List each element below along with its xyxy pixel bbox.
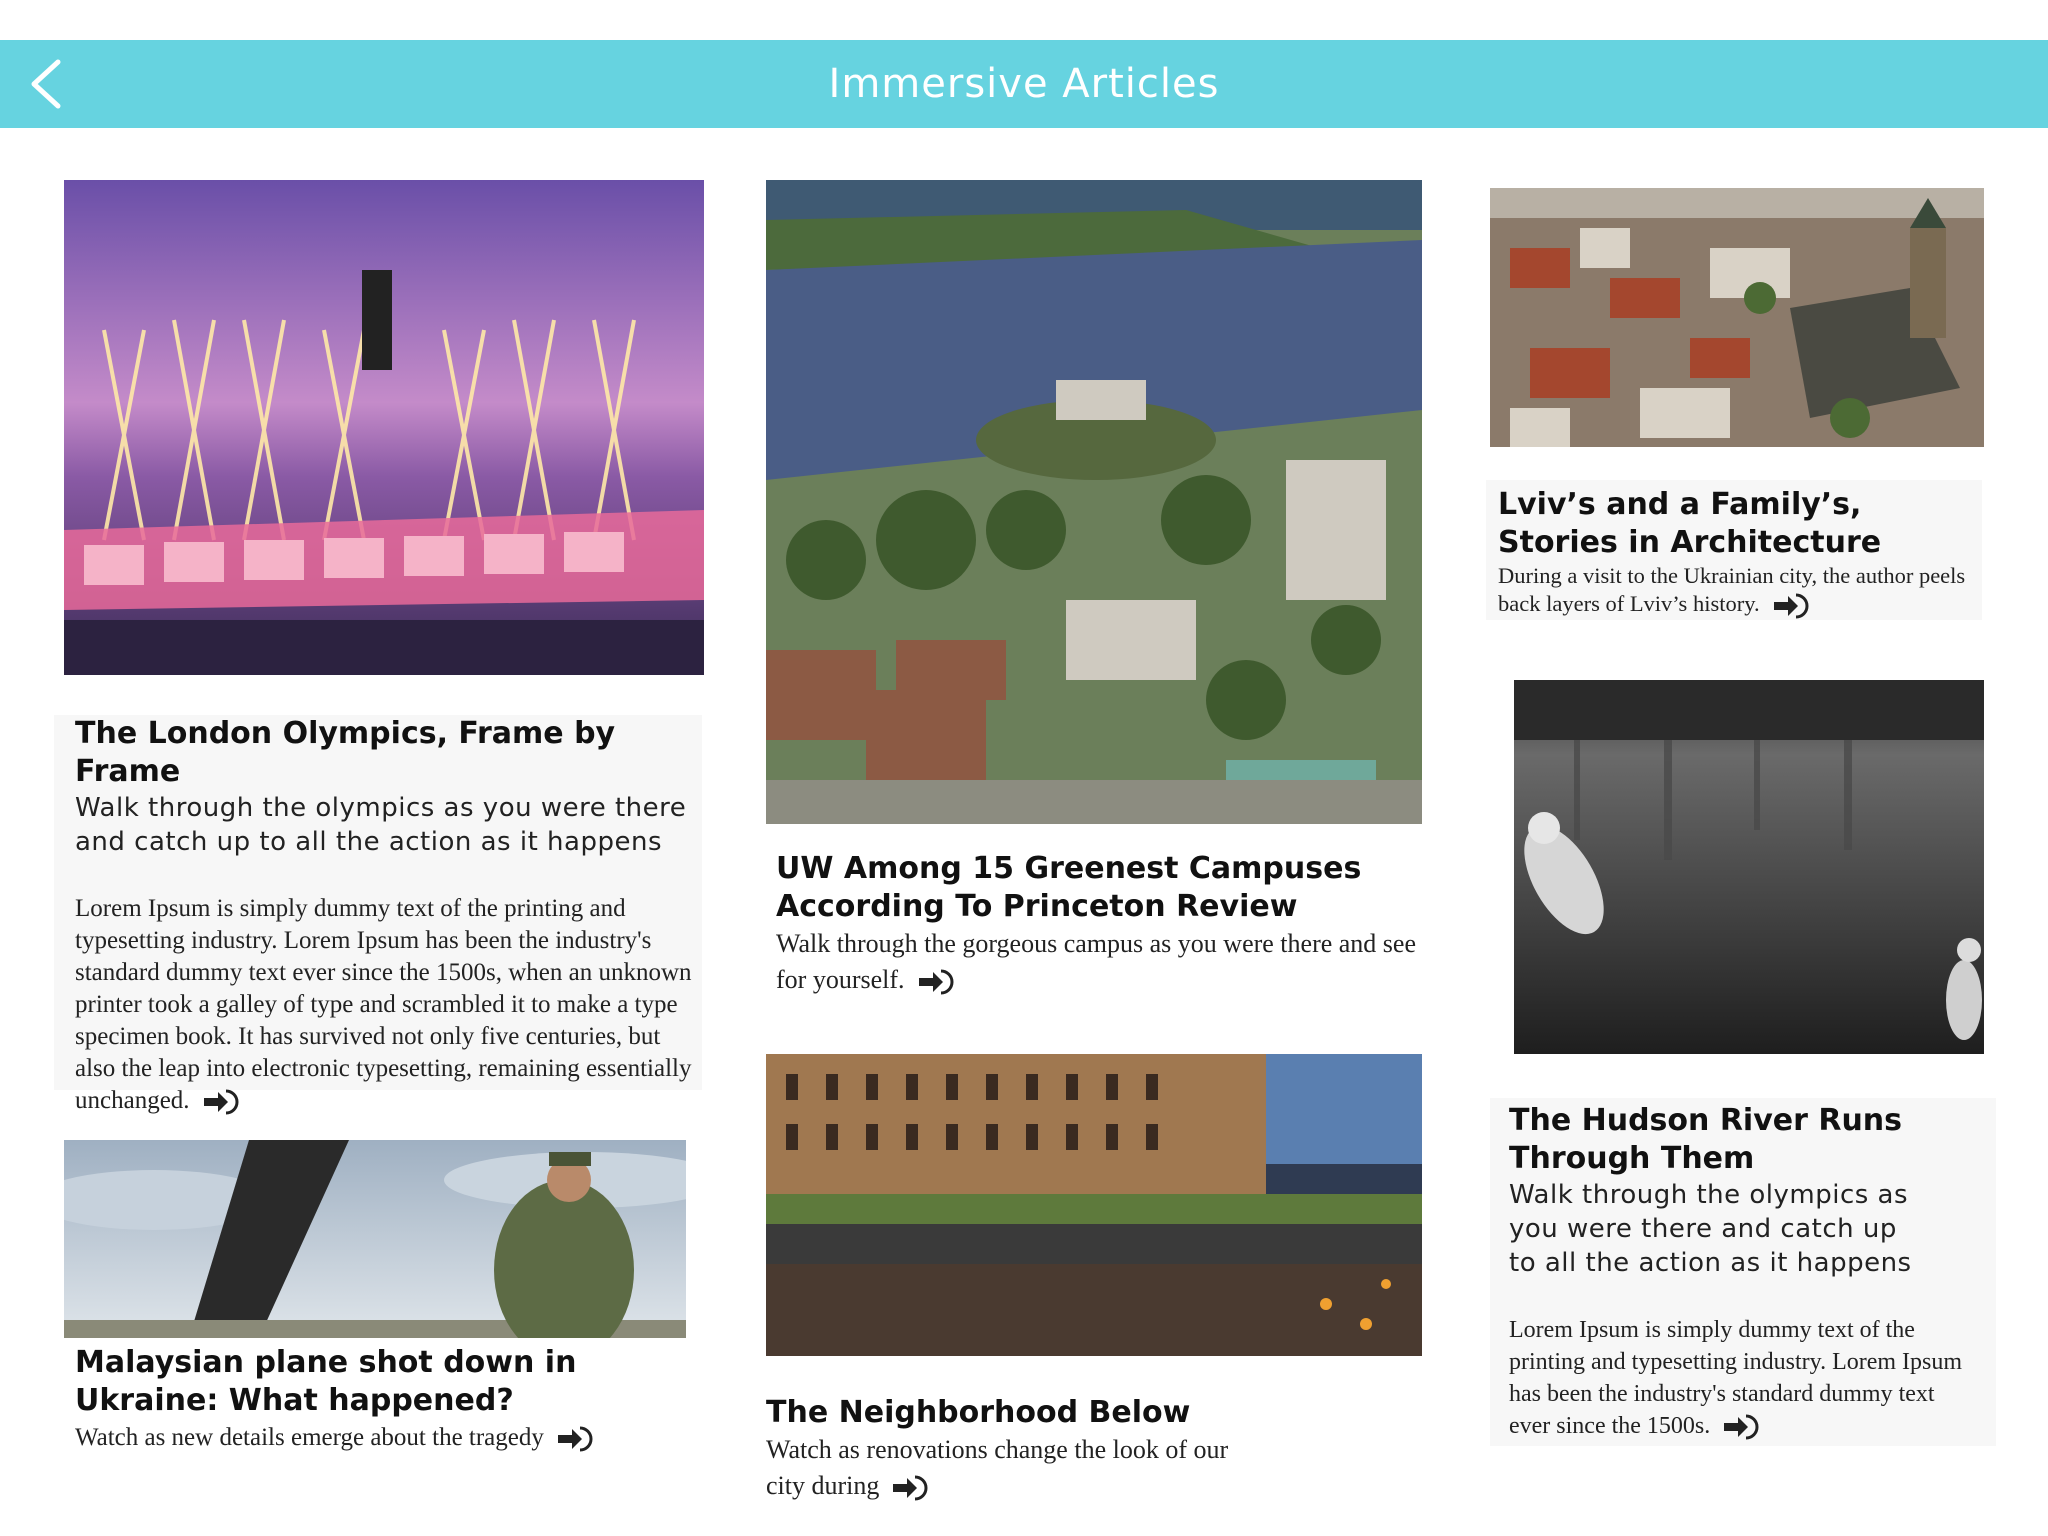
article-body: Lorem Ipsum is simply dummy text of the … xyxy=(75,893,695,1117)
article-card-campus[interactable]: UW Among 15 Greenest Campuses According … xyxy=(766,844,1422,1004)
article-card-lviv[interactable]: Lviv’s and a Family’s, Stories in Archit… xyxy=(1486,480,1982,620)
top-bar: Immersive Articles xyxy=(0,40,2048,128)
arrow-circle-icon[interactable] xyxy=(918,967,959,997)
arrow-circle-icon[interactable] xyxy=(1724,1412,1764,1442)
article-card-olympics[interactable]: The London Olympics, Frame by Frame Walk… xyxy=(54,715,702,1115)
article-subtitle: During a visit to the Ukrainian city, th… xyxy=(1498,562,1978,621)
article-subtitle: Walk through the gorgeous campus as you … xyxy=(776,926,1422,998)
article-subtitle: Watch as new details emerge about the tr… xyxy=(75,1422,675,1454)
article-body: Lorem Ipsum is simply dummy text of the … xyxy=(1509,1314,1969,1442)
article-subtitle: Watch as renovations change the look of … xyxy=(766,1432,1236,1504)
article-image-campus[interactable] xyxy=(766,180,1422,824)
page-title: Immersive Articles xyxy=(828,61,1220,107)
article-title[interactable]: Lviv’s and a Family’s, Stories in Archit… xyxy=(1498,486,1978,562)
arrow-circle-icon[interactable] xyxy=(557,1424,598,1454)
article-image-plane[interactable] xyxy=(64,1140,686,1338)
article-image-olympics[interactable] xyxy=(64,180,704,675)
article-subtitle: Walk through the olympics as you were th… xyxy=(1509,1180,1912,1278)
article-title[interactable]: UW Among 15 Greenest Campuses According … xyxy=(776,850,1422,926)
arrow-circle-icon[interactable] xyxy=(1773,591,1814,621)
article-card-plane[interactable]: Malaysian plane shot down in Ukraine: Wh… xyxy=(64,1338,686,1460)
article-title[interactable]: The Neighborhood Below xyxy=(766,1394,1366,1432)
article-image-lviv[interactable] xyxy=(1490,188,1984,447)
article-card-hudson[interactable]: The Hudson River Runs Through Them Walk … xyxy=(1490,1098,1996,1446)
article-subtitle: Walk through the olympics as you were th… xyxy=(75,793,687,857)
arrow-circle-icon[interactable] xyxy=(203,1087,244,1117)
article-image-hudson[interactable] xyxy=(1514,680,1984,1054)
article-card-neighborhood[interactable]: The Neighborhood Below Watch as renovati… xyxy=(766,1390,1422,1510)
article-image-neighborhood[interactable] xyxy=(766,1054,1422,1356)
article-title[interactable]: The Hudson River Runs Through Them xyxy=(1509,1102,1989,1178)
article-title[interactable]: Malaysian plane shot down in Ukraine: Wh… xyxy=(75,1344,675,1420)
article-title[interactable]: The London Olympics, Frame by Frame xyxy=(75,715,695,791)
arrow-circle-icon[interactable] xyxy=(893,1473,933,1503)
